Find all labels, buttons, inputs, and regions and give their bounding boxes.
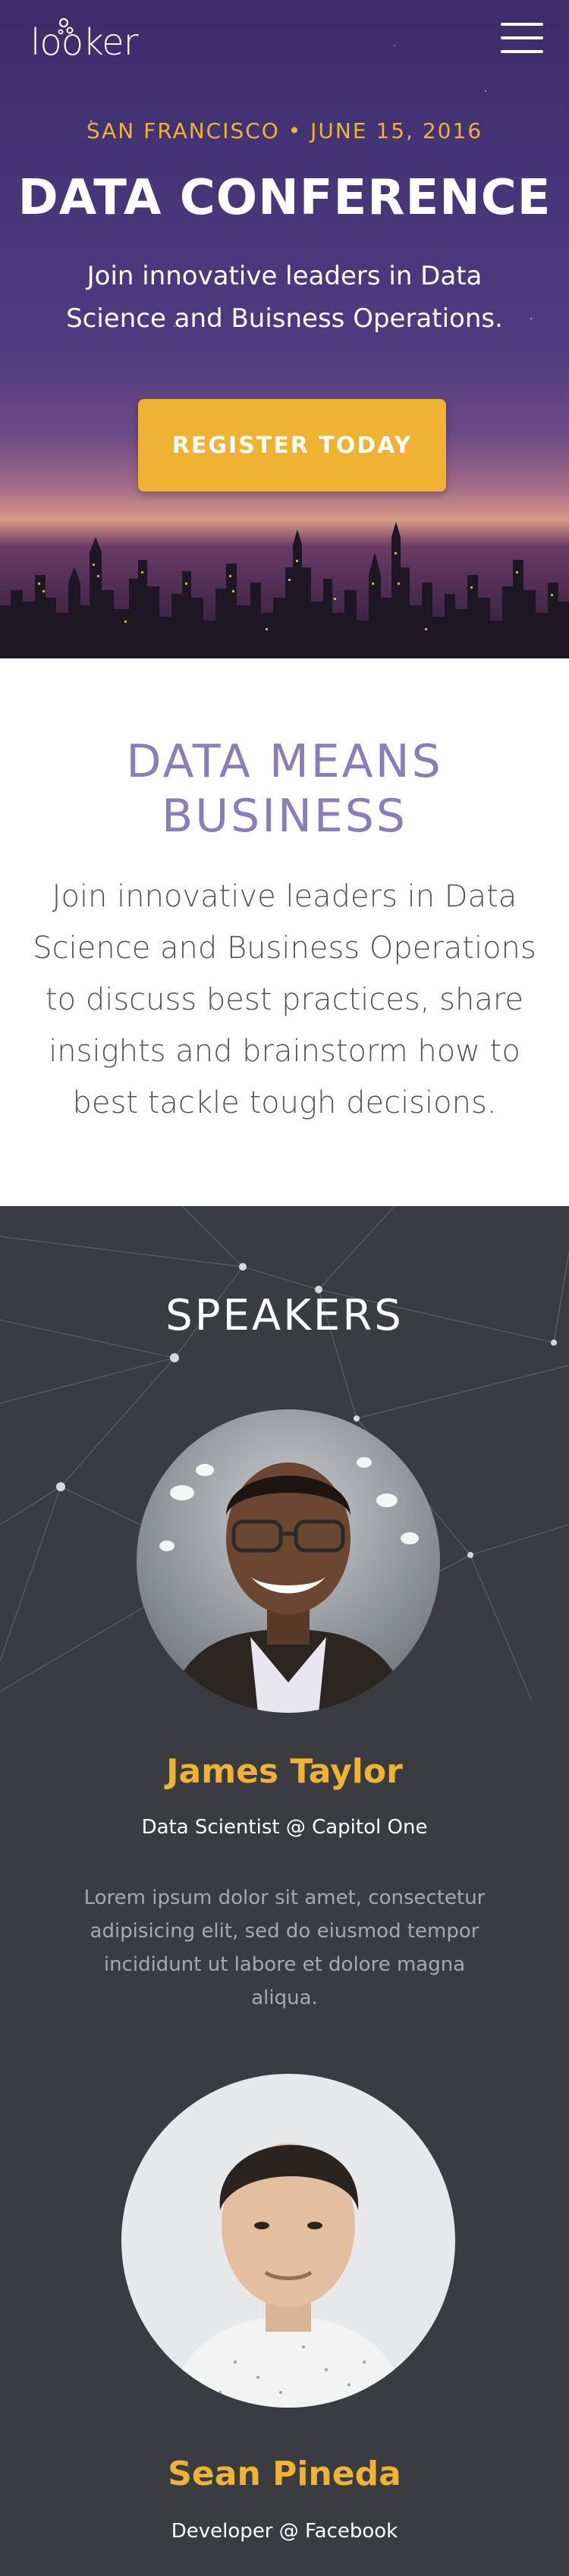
menu-bar bbox=[501, 50, 543, 53]
menu-bar bbox=[501, 23, 543, 26]
hero-section: looker SAN FRANCISCO • JUNE 15, 2016 DAT… bbox=[0, 0, 569, 658]
speaker-name: Sean Pineda bbox=[168, 2455, 401, 2493]
speaker-photo-james-taylor[interactable] bbox=[137, 1409, 440, 1713]
speaker-bio: Lorem ipsum dolor sit amet, consectetur … bbox=[83, 1886, 486, 2009]
speaker-role: Developer @ Facebook bbox=[171, 2520, 398, 2543]
hero-title: DATA CONFERENCE bbox=[17, 170, 552, 226]
hero-subtitle: Join innovative leaders in Data Science … bbox=[66, 261, 503, 334]
city-skyline-image bbox=[0, 507, 569, 658]
speakers-title: SPEAKERS bbox=[165, 1291, 404, 1340]
logo-text: looker bbox=[30, 21, 138, 64]
about-body: Join innovative leaders in Data Science … bbox=[33, 879, 536, 1120]
about-section: DATA MEANS BUSINESS Join innovative lead… bbox=[0, 658, 569, 1206]
speaker-photo-sean-pineda[interactable] bbox=[121, 2074, 455, 2408]
menu-bar bbox=[501, 36, 543, 39]
hero-background bbox=[90, 45, 533, 328]
register-today-button[interactable]: REGISTER TODAY bbox=[138, 399, 446, 492]
hamburger-menu-icon[interactable] bbox=[501, 21, 543, 55]
event-location-date: SAN FRANCISCO • JUNE 15, 2016 bbox=[86, 118, 483, 143]
speaker-name: James Taylor bbox=[166, 1752, 403, 1791]
speakers-section: SPEAKERS James Taylor Data Scientist @ C… bbox=[0, 1206, 569, 2576]
about-title: DATA MEANS BUSINESS bbox=[126, 735, 443, 843]
page: looker SAN FRANCISCO • JUNE 15, 2016 DAT… bbox=[0, 0, 569, 2576]
speaker-portrait bbox=[121, 2074, 455, 2408]
speaker-portrait bbox=[137, 1409, 440, 1713]
speaker-role: Data Scientist @ Capitol One bbox=[141, 1816, 428, 1839]
